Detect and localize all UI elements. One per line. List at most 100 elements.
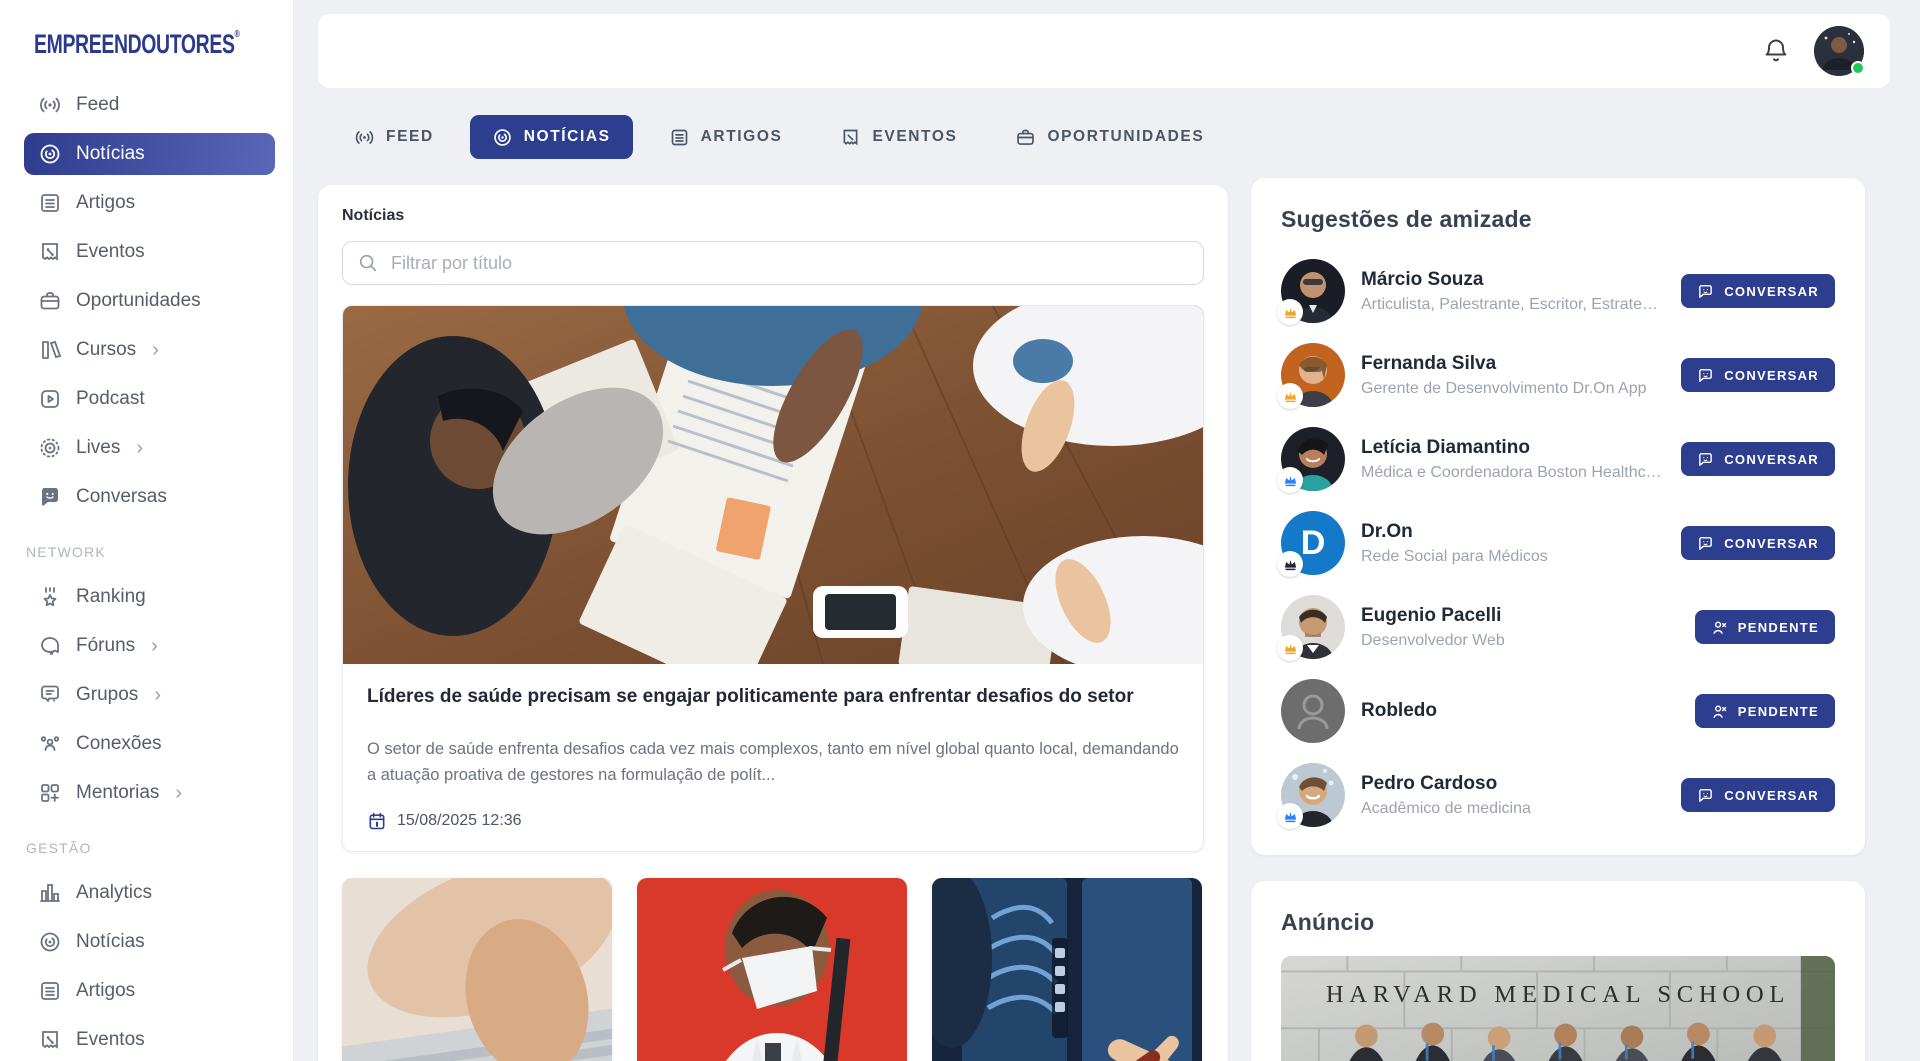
sidebar-item-ranking[interactable]: Ranking xyxy=(24,576,275,618)
sidebar-item-label: Mentorias xyxy=(76,782,159,804)
conversar-button[interactable]: CONVERSAR xyxy=(1681,442,1835,476)
news-radar-icon xyxy=(38,930,62,954)
sidebar-item-analytics[interactable]: Analytics xyxy=(24,872,275,914)
user-avatar[interactable] xyxy=(1814,26,1864,76)
notifications-bell-icon[interactable] xyxy=(1762,37,1790,65)
tab-oportunidades[interactable]: OPORTUNIDADES xyxy=(993,115,1226,159)
suggestion-row-marcio: Márcio Souza Articulista, Palestrante, E… xyxy=(1281,259,1835,323)
news-thumbnail-laptop[interactable] xyxy=(342,878,612,1061)
tab-eventos[interactable]: EVENTOS xyxy=(818,115,979,159)
sidebar-item-foruns[interactable]: Fóruns › xyxy=(24,625,275,667)
chevron-right-icon: › xyxy=(151,636,158,656)
top-header xyxy=(318,14,1890,88)
featured-news-date-row: 15/08/2025 12:36 xyxy=(367,811,1179,831)
crown-badge-icon xyxy=(1277,551,1303,577)
person-name: Robledo xyxy=(1361,700,1679,722)
featured-news-card[interactable]: Líderes de saúde precisam se engajar pol… xyxy=(342,305,1204,852)
tab-feed[interactable]: FEED xyxy=(332,115,456,159)
person-name: Pedro Cardoso xyxy=(1361,773,1665,795)
person-info: Pedro Cardoso Acadêmico de medicina xyxy=(1361,773,1665,818)
sidebar-item-gestao-artigos[interactable]: Artigos xyxy=(24,970,275,1012)
avatar xyxy=(1281,427,1345,491)
ranking-star-icon xyxy=(38,585,62,609)
sidebar-item-label: Notícias xyxy=(76,931,145,953)
sidebar-item-label: Podcast xyxy=(76,388,145,410)
sidebar-item-label: Eventos xyxy=(76,241,145,263)
sidebar-section-network: NETWORK xyxy=(26,544,275,560)
tab-artigos[interactable]: ARTIGOS xyxy=(647,115,805,159)
sidebar-item-cursos[interactable]: Cursos › xyxy=(24,329,275,371)
article-icon xyxy=(38,191,62,215)
sidebar-item-label: Analytics xyxy=(76,882,152,904)
conversar-button[interactable]: CONVERSAR xyxy=(1681,526,1835,560)
tab-label: OPORTUNIDADES xyxy=(1047,128,1204,146)
sidebar-item-podcast[interactable]: Podcast xyxy=(24,378,275,420)
ad-image[interactable]: HARVARD MEDICAL SCHOOL xyxy=(1281,956,1835,1061)
sidebar-item-gestao-noticias[interactable]: Notícias xyxy=(24,921,275,963)
pendente-button[interactable]: PENDENTE xyxy=(1695,694,1835,728)
sidebar-section-gestao: GESTÃO xyxy=(26,840,275,856)
filter-input[interactable] xyxy=(391,253,1189,274)
featured-news-image xyxy=(343,306,1203,664)
sidebar-item-conexoes[interactable]: Conexões xyxy=(24,723,275,765)
sidebar-item-label: Eventos xyxy=(76,1029,145,1051)
news-thumbnails-row xyxy=(342,878,1204,1061)
pendente-button[interactable]: PENDENTE xyxy=(1695,610,1835,644)
article-icon xyxy=(38,979,62,1003)
person-subtitle: Médica e Coordenadora Boston Healthcare.… xyxy=(1361,464,1665,482)
brand-logo[interactable]: EMPREENDOUTORES® xyxy=(24,18,275,70)
suggestion-row-fernanda: Fernanda Silva Gerente de Desenvolviment… xyxy=(1281,343,1835,407)
person-subtitle: Rede Social para Médicos xyxy=(1361,548,1665,566)
person-name: Fernanda Silva xyxy=(1361,353,1665,375)
person-name: Dr.On xyxy=(1361,521,1665,543)
news-radar-icon xyxy=(492,127,513,148)
brand-name: EMPREENDOUTORES® xyxy=(34,29,240,60)
person-x-icon xyxy=(1711,619,1728,636)
calendar-icon xyxy=(367,811,387,831)
person-info: Robledo xyxy=(1361,700,1679,722)
chat-icon xyxy=(1697,787,1714,804)
chevron-right-icon: › xyxy=(136,438,143,458)
featured-news-body: Líderes de saúde precisam se engajar pol… xyxy=(343,664,1203,851)
chat-smile-icon xyxy=(38,485,62,509)
person-subtitle: Gerente de Desenvolvimento Dr.On App xyxy=(1361,380,1665,398)
person-subtitle: Articulista, Palestrante, Escritor, Estr… xyxy=(1361,296,1665,314)
sidebar-item-noticias[interactable]: Notícias xyxy=(24,133,275,175)
sidebar-item-label: Grupos xyxy=(76,684,138,706)
suggestion-row-leticia: Letícia Diamantino Médica e Coordenadora… xyxy=(1281,427,1835,491)
sidebar-item-label: Cursos xyxy=(76,339,136,361)
sidebar-item-eventos[interactable]: Eventos xyxy=(24,231,275,273)
sidebar-item-grupos[interactable]: Grupos › xyxy=(24,674,275,716)
grid-plus-icon xyxy=(38,781,62,805)
ad-title: Anúncio xyxy=(1281,909,1835,936)
person-name: Eugenio Pacelli xyxy=(1361,605,1679,627)
suggestion-row-robledo: Robledo PENDENTE xyxy=(1281,679,1835,743)
sidebar-item-feed[interactable]: Feed xyxy=(24,84,275,126)
person-subtitle: Desenvolvedor Web xyxy=(1361,632,1679,650)
broadcast-icon xyxy=(38,93,62,117)
tab-noticias[interactable]: NOTÍCIAS xyxy=(470,115,633,159)
conversar-button[interactable]: CONVERSAR xyxy=(1681,358,1835,392)
tab-label: EVENTOS xyxy=(872,128,957,146)
sidebar-item-label: Fóruns xyxy=(76,635,135,657)
sidebar-item-lives[interactable]: Lives › xyxy=(24,427,275,469)
news-thumbnail-xray[interactable] xyxy=(932,878,1202,1061)
chat-icon xyxy=(1697,535,1714,552)
tab-label: NOTÍCIAS xyxy=(524,128,611,146)
avatar: D xyxy=(1281,511,1345,575)
sidebar-item-mentorias[interactable]: Mentorias › xyxy=(24,772,275,814)
sidebar-item-oportunidades[interactable]: Oportunidades xyxy=(24,280,275,322)
conversar-button[interactable]: CONVERSAR xyxy=(1681,778,1835,812)
conversar-button[interactable]: CONVERSAR xyxy=(1681,274,1835,308)
person-info: Fernanda Silva Gerente de Desenvolviment… xyxy=(1361,353,1665,398)
news-thumbnail-doctor-mask[interactable] xyxy=(637,878,907,1061)
chat-icon xyxy=(1697,367,1714,384)
person-name: Letícia Diamantino xyxy=(1361,437,1665,459)
avatar xyxy=(1281,763,1345,827)
ticket-icon xyxy=(38,240,62,264)
sidebar-item-gestao-eventos[interactable]: Eventos xyxy=(24,1019,275,1061)
sidebar-item-conversas[interactable]: Conversas xyxy=(24,476,275,518)
sidebar-item-artigos[interactable]: Artigos xyxy=(24,182,275,224)
right-column: Sugestões de amizade Márcio Souza Articu… xyxy=(1251,178,1865,1061)
crown-badge-icon xyxy=(1277,299,1303,325)
